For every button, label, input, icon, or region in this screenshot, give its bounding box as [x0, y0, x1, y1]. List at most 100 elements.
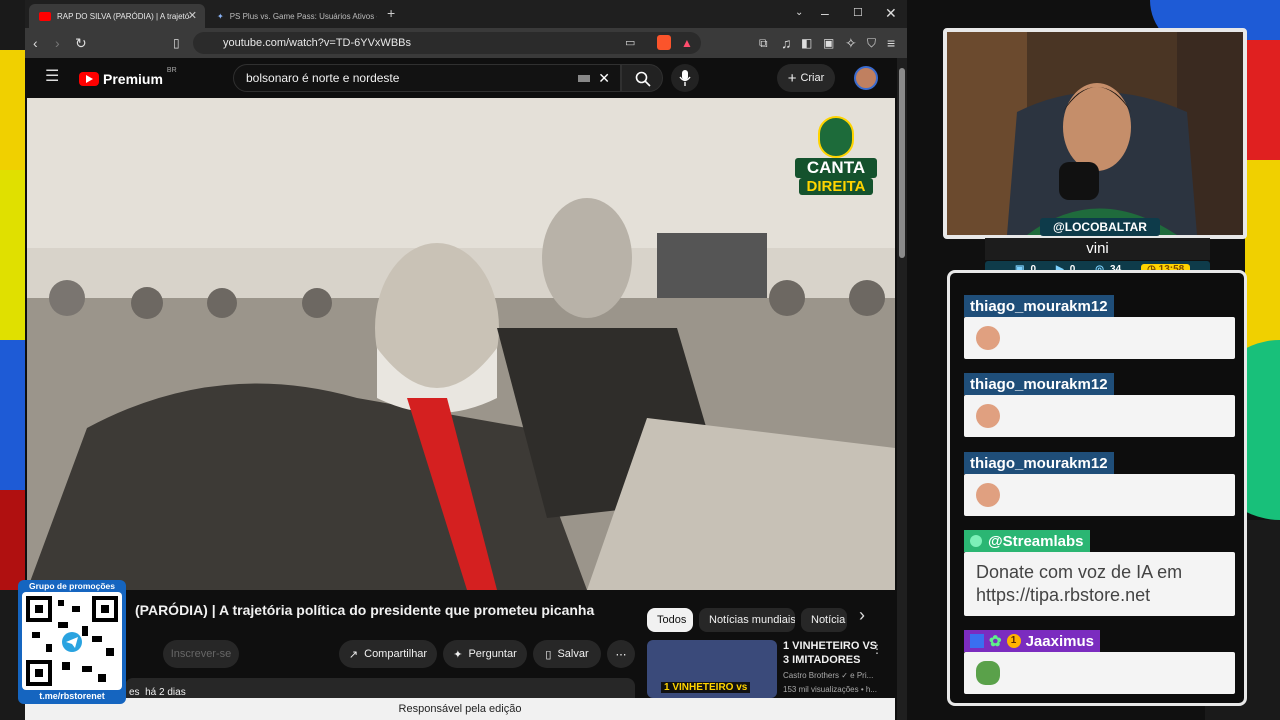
- hamburger-menu-icon[interactable]: ☰: [45, 68, 59, 86]
- save-button[interactable]: ▯ Salvar: [533, 640, 601, 668]
- address-bar-row: ‹ › ↻ ▯ youtube.com/watch?v=TD-6YVxWBBs …: [25, 28, 907, 58]
- streamer-handle: @LOCOBALTAR: [1040, 218, 1160, 236]
- chat-username: thiago_mourakm12: [964, 373, 1114, 395]
- bookmark-icon[interactable]: ▯: [173, 34, 180, 52]
- menu-icon[interactable]: ≡: [887, 34, 895, 52]
- recommended-title-line1[interactable]: 1 VINHETEIRO VS: [783, 640, 877, 652]
- back-icon[interactable]: ‹: [33, 34, 38, 52]
- voice-search-button[interactable]: [671, 64, 699, 92]
- chat-message: [964, 395, 1235, 437]
- clear-search-icon[interactable]: ✕: [598, 70, 610, 87]
- forward-icon[interactable]: ›: [55, 34, 60, 52]
- more-actions-button[interactable]: ⋯: [607, 640, 635, 668]
- promo-title: Grupo de promoções: [29, 581, 115, 591]
- new-tab-icon[interactable]: +: [387, 4, 395, 22]
- webcam-frame: [943, 28, 1247, 239]
- pepe-emote-icon: [976, 661, 1000, 685]
- decor-yellow-shape: [1245, 160, 1280, 360]
- youtube-favicon-icon: [39, 11, 51, 21]
- recommended-video-thumbnail[interactable]: 1 VINHETEIRO vs: [647, 640, 777, 698]
- video-title: (PARÓDIA) | A trajetória política do pre…: [135, 602, 595, 618]
- qr-code: [22, 592, 122, 690]
- chat-username: thiago_mourakm12: [964, 295, 1114, 317]
- tab-gemini[interactable]: ✦ PS Plus vs. Game Pass: Usuários Ativos…: [207, 4, 377, 28]
- subscribe-button[interactable]: Inscrever-se: [163, 640, 239, 668]
- page-scrollbar[interactable]: [897, 58, 907, 720]
- streamlabs-name: @Streamlabs: [988, 532, 1084, 550]
- status-text: Responsável pela edição: [398, 703, 522, 715]
- chat-panel: thiago_mourakm12 thiago_mourakm12 thiago…: [947, 270, 1247, 706]
- youtube-header: ☰ Premium BR bolsonaro é norte e nordest…: [25, 58, 897, 98]
- leo-ai-icon[interactable]: ✧: [845, 34, 857, 52]
- chat-username-jaaximus: ✿ 1 Jaaximus: [964, 630, 1100, 652]
- chat-message: [964, 474, 1235, 516]
- share-button[interactable]: ↗ Compartilhar: [339, 640, 437, 668]
- chip-label: Todos: [657, 614, 687, 626]
- logo-line-1: CANTA: [795, 158, 877, 178]
- save-playlist-icon: ▯: [545, 648, 552, 661]
- share-label: Compartilhar: [364, 648, 428, 660]
- tab-bar: RAP DO SILVA (PARÓDIA) | A trajetó ✕ ✦ P…: [25, 0, 907, 28]
- sparkle-icon: ✦: [453, 648, 463, 661]
- thumbnail-caption: 1 VINHETEIRO vs: [661, 682, 751, 693]
- chat-message: [964, 317, 1235, 359]
- tab-search-icon[interactable]: ⌄: [795, 4, 803, 22]
- logo-text: Premium: [103, 71, 163, 87]
- streamer-name: vini: [985, 238, 1210, 260]
- close-tab-icon[interactable]: ✕: [188, 9, 197, 22]
- cast-icon[interactable]: ▭: [625, 34, 635, 52]
- search-button[interactable]: [621, 64, 663, 92]
- search-input[interactable]: bolsonaro é norte e nordeste ✕: [233, 64, 621, 92]
- microphone-icon: [679, 70, 691, 86]
- sidebar-icon[interactable]: ◧: [801, 34, 812, 52]
- brave-shield-icon[interactable]: [657, 35, 671, 50]
- chip-world-news[interactable]: Notícias mundiais: [699, 608, 795, 632]
- ask-label: Perguntar: [468, 648, 517, 660]
- recommended-meta: 153 mil visualizações • h...: [783, 685, 877, 694]
- views-age-text: es há 2 dias: [129, 687, 186, 698]
- chip-news[interactable]: Notícia: [801, 608, 847, 632]
- youtube-page: ☰ Premium BR bolsonaro é norte e nordest…: [25, 58, 907, 720]
- create-label: Criar: [800, 72, 825, 84]
- avatar[interactable]: [854, 66, 878, 90]
- keyboard-icon[interactable]: [578, 75, 590, 82]
- logo-line-2: DIREITA: [799, 178, 873, 195]
- ask-button[interactable]: ✦ Perguntar: [443, 640, 527, 668]
- search-text: bolsonaro é norte e nordeste: [246, 71, 400, 85]
- chips-next-icon[interactable]: ›: [859, 606, 865, 624]
- maximize-icon[interactable]: ☐: [853, 4, 863, 22]
- url-text: youtube.com/watch?v=TD-6YVxWBBs: [223, 37, 411, 49]
- streamlabs-icon: [970, 535, 982, 547]
- jaaximus-name: Jaaximus: [1025, 632, 1094, 650]
- brave-rewards-icon[interactable]: ▲: [681, 34, 693, 52]
- extensions-icon[interactable]: ⧉: [759, 34, 768, 52]
- promo-qr-panel: Grupo de promoções t.me/rbstorenet: [18, 580, 126, 704]
- chip-all[interactable]: Todos: [647, 608, 693, 632]
- more-icon: ⋯: [615, 648, 627, 661]
- webcam-feed: [947, 32, 1243, 235]
- tab-label: RAP DO SILVA (PARÓDIA) | A trajetó: [57, 11, 190, 21]
- tab-label: PS Plus vs. Game Pass: Usuários Ativos -…: [229, 11, 377, 21]
- face-emote-icon: [976, 326, 1000, 350]
- wallet-icon[interactable]: ▣: [823, 34, 834, 52]
- subscribe-label: Inscrever-se: [170, 648, 232, 660]
- tab-youtube[interactable]: RAP DO SILVA (PARÓDIA) | A trajetó ✕: [29, 4, 205, 28]
- vpn-icon[interactable]: ⛉: [867, 34, 876, 52]
- description-box[interactable]: [125, 678, 635, 698]
- close-window-icon[interactable]: ✕: [885, 4, 897, 22]
- subscriber-badge-icon: [970, 634, 984, 648]
- promo-link: t.me/rbstorenet: [39, 691, 105, 701]
- recommended-channel[interactable]: Castro Brothers ✓ e Pri...: [783, 671, 873, 680]
- recommended-more-icon[interactable]: ⋮: [871, 640, 883, 658]
- microphone-badge-icon: [818, 116, 854, 158]
- minimize-icon[interactable]: –: [821, 4, 829, 22]
- scrollbar-thumb[interactable]: [899, 68, 905, 258]
- gemini-favicon-icon: ✦: [217, 11, 224, 21]
- video-player[interactable]: CANTA DIREITA: [27, 98, 895, 590]
- reload-icon[interactable]: ↻: [75, 34, 87, 52]
- youtube-logo[interactable]: Premium BR: [79, 67, 177, 87]
- create-button[interactable]: + Criar: [777, 64, 835, 92]
- media-icon[interactable]: ♫: [781, 34, 792, 52]
- plus-icon: +: [787, 69, 797, 87]
- recommended-title-line2[interactable]: 3 IMITADORES: [783, 654, 860, 666]
